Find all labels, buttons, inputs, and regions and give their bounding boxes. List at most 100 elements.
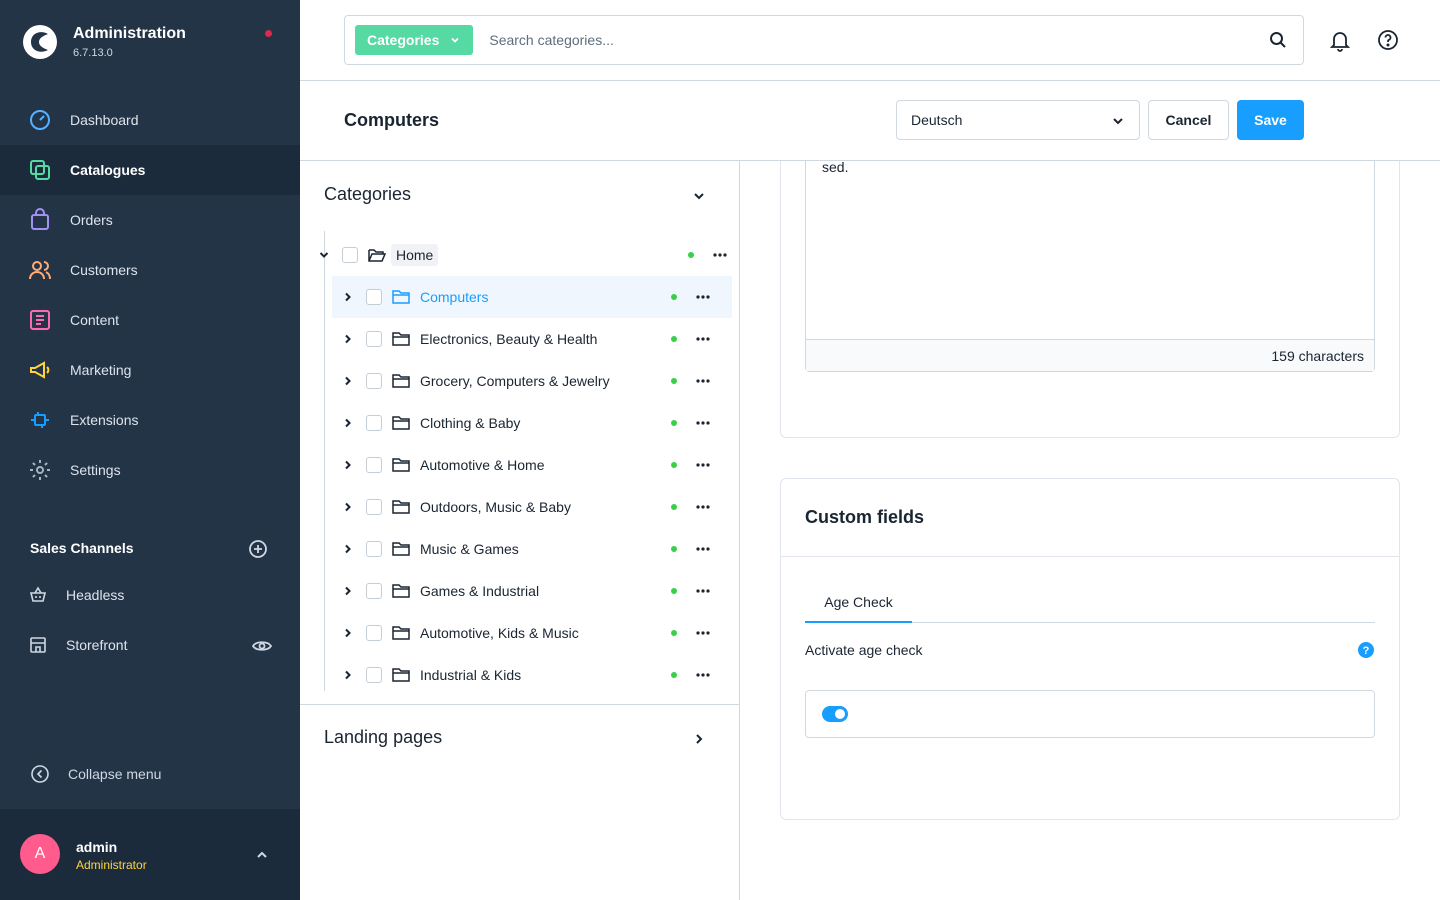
more-icon[interactable] <box>694 415 712 431</box>
tree-rail <box>324 231 325 691</box>
save-button[interactable]: Save <box>1237 100 1304 140</box>
more-icon[interactable] <box>694 541 712 557</box>
more-icon[interactable] <box>694 289 712 305</box>
more-icon[interactable] <box>694 583 712 599</box>
chevron-right-icon[interactable] <box>342 669 354 681</box>
tree-checkbox[interactable] <box>366 625 382 641</box>
tree-checkbox[interactable] <box>366 583 382 599</box>
main-nav: Dashboard Catalogues Orders Customers Co… <box>0 95 300 495</box>
nav-item-orders[interactable]: Orders <box>0 195 300 245</box>
more-icon[interactable] <box>694 625 712 641</box>
landing-pages-section[interactable]: Landing pages <box>300 704 740 774</box>
custom-fields-title: Custom fields <box>805 507 925 527</box>
search-input[interactable] <box>489 32 1250 48</box>
tree-item[interactable]: Grocery, Computers & Jewelry <box>332 360 732 402</box>
chevron-right-icon[interactable] <box>342 417 354 429</box>
chevron-up-icon[interactable] <box>254 847 270 863</box>
tree-item[interactable]: Electronics, Beauty & Health <box>332 318 732 360</box>
tree-item[interactable]: Automotive, Kids & Music <box>332 612 732 654</box>
tree-item-label: Clothing & Baby <box>420 415 521 431</box>
chevron-down-icon <box>451 37 459 43</box>
tree-item-label: Outdoors, Music & Baby <box>420 499 571 515</box>
active-status-dot <box>671 630 677 636</box>
collapse-menu-label: Collapse menu <box>68 766 162 782</box>
user-menu[interactable]: A admin Administrator <box>0 809 300 900</box>
tree-item[interactable]: Games & Industrial <box>332 570 732 612</box>
chevron-right-icon[interactable] <box>342 543 354 555</box>
folder-icon <box>392 416 410 430</box>
language-select[interactable]: Deutsch <box>896 100 1140 140</box>
tree-checkbox[interactable] <box>366 667 382 683</box>
description-editor[interactable]: sed. 159 characters <box>805 161 1375 372</box>
content-icon <box>30 310 50 330</box>
more-icon[interactable] <box>694 499 712 515</box>
active-status-dot <box>671 420 677 426</box>
tree-item-label: Music & Games <box>420 541 519 557</box>
tree-item[interactable]: Industrial & Kids <box>332 654 732 696</box>
eye-icon[interactable] <box>252 636 272 656</box>
tree-checkbox[interactable] <box>366 415 382 431</box>
chevron-right-icon[interactable] <box>342 333 354 345</box>
search-type-button[interactable]: Categories <box>355 25 474 55</box>
nav-item-settings[interactable]: Settings <box>0 445 300 495</box>
cancel-button[interactable]: Cancel <box>1148 100 1229 140</box>
chevron-right-icon[interactable] <box>342 501 354 513</box>
search-icon[interactable] <box>1269 31 1287 49</box>
user-name: admin <box>76 839 118 855</box>
more-icon[interactable] <box>694 373 712 389</box>
tree-item-label: Computers <box>420 289 489 305</box>
tree-checkbox[interactable] <box>366 373 382 389</box>
category-tree-panel: Categories Home Computers Electronics, B… <box>300 161 740 900</box>
tree-item[interactable]: Music & Games <box>332 528 732 570</box>
sales-channel-storefront[interactable]: Storefront <box>28 630 127 660</box>
collapse-menu-button[interactable]: Collapse menu <box>30 764 161 784</box>
chevron-right-icon[interactable] <box>342 291 354 303</box>
tree-checkbox[interactable] <box>366 331 382 347</box>
tree-item[interactable]: Outdoors, Music & Baby <box>332 486 732 528</box>
sales-channel-headless[interactable]: Headless <box>28 580 124 610</box>
tree-checkbox[interactable] <box>366 289 382 305</box>
age-check-label: Activate age check <box>805 642 923 658</box>
tree-checkbox[interactable] <box>366 457 382 473</box>
chevron-down-icon[interactable] <box>692 189 706 203</box>
nav-label: Content <box>70 312 120 328</box>
sales-channel-label: Headless <box>66 587 125 603</box>
chevron-right-icon[interactable] <box>342 375 354 387</box>
tree-checkbox[interactable] <box>366 541 382 557</box>
add-sales-channel-icon[interactable] <box>248 539 268 559</box>
more-icon[interactable] <box>694 457 712 473</box>
nav-item-marketing[interactable]: Marketing <box>0 345 300 395</box>
nav-item-catalogues[interactable]: Catalogues <box>0 145 300 195</box>
more-icon[interactable] <box>694 667 712 683</box>
chevron-down-icon[interactable] <box>318 249 330 261</box>
sales-channel-label: Storefront <box>66 637 128 653</box>
help-icon[interactable] <box>1376 28 1400 52</box>
nav-item-content[interactable]: Content <box>0 295 300 345</box>
tree-checkbox[interactable] <box>366 499 382 515</box>
nav-item-extensions[interactable]: Extensions <box>0 395 300 445</box>
more-icon[interactable] <box>711 247 729 263</box>
search-type-label: Categories <box>367 32 440 48</box>
tree-item-home[interactable]: Home <box>318 234 732 276</box>
more-icon[interactable] <box>694 331 712 347</box>
tree-item[interactable]: Clothing & Baby <box>332 402 732 444</box>
chevron-right-icon[interactable] <box>692 732 706 746</box>
chevron-right-icon[interactable] <box>342 585 354 597</box>
chevron-right-icon[interactable] <box>342 627 354 639</box>
description-card: sed. 159 characters <box>780 161 1400 438</box>
tree-item[interactable]: Computers <box>332 276 732 318</box>
help-circle-icon[interactable]: ? <box>1358 642 1374 658</box>
chevron-right-icon[interactable] <box>342 459 354 471</box>
folder-icon <box>392 458 410 472</box>
folder-icon <box>392 626 410 640</box>
active-status-dot <box>671 378 677 384</box>
age-check-toggle[interactable] <box>822 706 848 722</box>
tab-age-check[interactable]: Age Check <box>805 583 912 623</box>
bell-icon[interactable] <box>1328 28 1352 52</box>
tree-checkbox[interactable] <box>342 247 358 263</box>
nav-item-dashboard[interactable]: Dashboard <box>0 95 300 145</box>
brand[interactable]: Administration 6.7.13.0 <box>22 24 186 60</box>
tree-item[interactable]: Automotive & Home <box>332 444 732 486</box>
nav-item-customers[interactable]: Customers <box>0 245 300 295</box>
brand-version: 6.7.13.0 <box>73 47 113 59</box>
